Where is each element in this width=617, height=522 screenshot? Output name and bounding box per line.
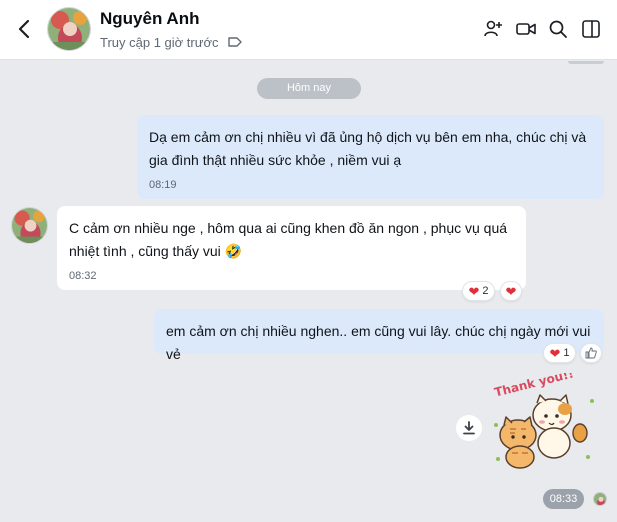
reaction-count: 2 (482, 285, 489, 297)
message-time: 08:33 (543, 489, 584, 509)
message-time: 08:19 (149, 179, 177, 191)
video-call-icon[interactable] (515, 18, 537, 40)
contact-name[interactable]: Nguyên Anh (100, 9, 199, 29)
outgoing-message[interactable]: Dạ em cảm ơn chị nhiều vì đã ủng hộ dịch… (137, 115, 604, 199)
back-arrow-icon[interactable] (14, 17, 36, 41)
message-text: C cảm ơn nhiều nge , hôm qua ai cũng khe… (69, 220, 508, 259)
like-button[interactable] (580, 343, 602, 363)
add-member-icon[interactable] (482, 18, 504, 40)
download-button[interactable] (456, 415, 482, 441)
heart-icon: ❤ (549, 345, 561, 361)
outgoing-message[interactable]: em cảm ơn chị nhiều nghen.. em cũng vui … (154, 309, 604, 362)
sender-avatar[interactable] (11, 207, 48, 244)
chat-area[interactable]: Hôm nay Dạ em cảm ơn chị nhiều vì đã ủng… (0, 61, 617, 522)
thumbs-up-icon (585, 347, 597, 359)
heart-icon: ❤ (505, 283, 517, 299)
cats-thank-you-sticker[interactable]: Thank you!! (488, 366, 606, 473)
message-text: em cảm ơn chị nhiều nghen.. em cũng vui … (166, 323, 591, 362)
contact-avatar[interactable] (47, 7, 91, 51)
chat-header: Nguyên Anh Truy cập 1 giờ trước (0, 0, 617, 60)
reaction-summary[interactable]: ❤ 2 (462, 281, 495, 301)
message-time: 08:32 (69, 270, 97, 282)
reaction-summary[interactable]: ❤ 1 (543, 343, 576, 363)
incoming-message[interactable]: C cảm ơn nhiều nge , hôm qua ai cũng khe… (57, 206, 526, 290)
scroll-indicator (568, 61, 604, 64)
sidebar-toggle-icon[interactable] (580, 18, 602, 40)
tag-icon[interactable] (227, 35, 243, 49)
heart-icon: ❤ (468, 283, 480, 299)
seen-avatar (593, 492, 607, 506)
sticker-text: Thank you!! (493, 373, 575, 400)
react-button[interactable]: ❤ (500, 281, 522, 301)
reaction-count: 1 (563, 347, 570, 359)
search-icon[interactable] (547, 18, 569, 40)
last-seen-status: Truy cập 1 giờ trước (100, 35, 219, 50)
message-text: Dạ em cảm ơn chị nhiều vì đã ủng hộ dịch… (149, 129, 587, 168)
date-divider: Hôm nay (257, 78, 361, 99)
download-icon (463, 421, 475, 435)
